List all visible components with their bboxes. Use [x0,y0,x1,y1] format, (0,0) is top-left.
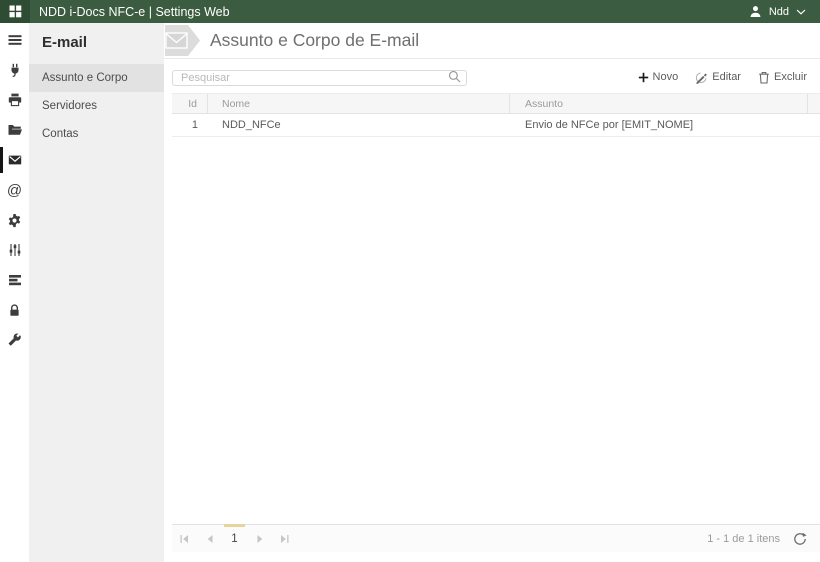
cell-nome: NDD_NFCe [222,119,281,131]
toolbar: Novo Editar [164,59,820,93]
gear-icon [7,213,22,228]
chevron-down-icon [796,9,806,15]
rail-item-settings[interactable] [0,205,29,235]
refresh-icon[interactable] [793,532,807,546]
delete-button[interactable]: Excluir [758,71,807,84]
lock-icon [7,303,22,318]
new-button[interactable]: Novo [638,71,679,83]
envelope-watermark-icon [165,25,201,56]
cell-assunto: Envio de NFCe por [EMIT_NOME] [525,119,694,131]
pager-right: 1 - 1 de 1 itens [707,532,820,546]
rail-item-rows[interactable] [0,265,29,295]
at-icon: @ [6,181,23,199]
pager-page-current[interactable]: 1 [222,524,247,552]
rail-item-folder[interactable] [0,115,29,145]
folder-open-icon [7,122,23,138]
pager-first-button[interactable] [172,525,197,552]
rail-item-tools[interactable] [0,325,29,355]
rows-icon [7,272,23,288]
search-icon[interactable] [448,70,461,83]
cell-spacer [808,114,820,136]
search-input[interactable] [172,70,467,86]
rail-item-sliders[interactable] [0,235,29,265]
plus-icon [638,72,649,83]
edit-button[interactable]: Editar [695,71,741,84]
pager-info: 1 - 1 de 1 itens [707,532,780,545]
rail-item-plug[interactable] [0,55,29,85]
edit-pencil-icon [695,71,708,84]
new-button-label: Novo [652,71,679,83]
envelope-icon [7,152,23,168]
pager-next-button[interactable] [247,525,272,552]
column-header-id[interactable]: Id [172,94,208,113]
sidebar-item-servidores[interactable]: Servidores [29,92,164,120]
edit-button-label: Editar [712,71,741,83]
app-title: NDD i-Docs NFC-e | Settings Web [39,4,230,19]
apps-grid-icon [9,5,22,18]
trash-icon [758,71,770,84]
column-header-nome[interactable]: Nome [208,94,510,113]
delete-button-label: Excluir [773,71,807,83]
sidebar-title: E-mail [42,34,88,51]
page-header: Assunto e Corpo de E-mail [164,23,820,59]
rail-item-menu[interactable] [0,25,29,55]
column-header-assunto[interactable]: Assunto [510,94,808,113]
column-header-spacer [808,94,820,113]
rail-item-security[interactable] [0,295,29,325]
wrench-icon [7,332,22,348]
toolbar-buttons: Novo Editar Excluir [638,71,807,84]
rail-item-email[interactable] [0,145,29,175]
icon-rail: @ [0,23,29,562]
cell-id: 1 [191,119,198,131]
apps-grid-button[interactable] [0,0,30,23]
user-icon [749,5,762,18]
menu-icon [7,32,23,48]
sliders-icon [7,242,23,258]
plug-icon [7,62,23,78]
user-menu[interactable]: Ndd [749,5,820,18]
user-name: Ndd [768,5,789,18]
page-title: Assunto e Corpo de E-mail [210,30,420,50]
main-content: Assunto e Corpo de E-mail Novo [164,23,820,562]
rail-item-printer[interactable] [0,85,29,115]
pager-last-button[interactable] [272,525,297,552]
printer-icon [7,92,23,108]
top-bar: NDD i-Docs NFC-e | Settings Web Ndd [0,0,820,23]
pager-bar: 1 1 - 1 de 1 itens [172,524,820,552]
grid-header: Id Nome Assunto [172,93,820,114]
sidebar-item-assunto-e-corpo[interactable]: Assunto e Corpo [29,64,164,92]
pager-prev-button[interactable] [197,525,222,552]
search-wrap [172,68,467,86]
table-row[interactable]: 1 NDD_NFCe Envio de NFCe por [EMIT_NOME] [172,114,820,137]
rail-item-at[interactable]: @ [0,175,29,205]
module-sidebar: E-mail Assunto e Corpo Servidores Contas [29,23,164,562]
data-grid: Id Nome Assunto 1 NDD_NFCe Envio de NFCe… [172,93,820,137]
sidebar-item-contas[interactable]: Contas [29,120,164,148]
